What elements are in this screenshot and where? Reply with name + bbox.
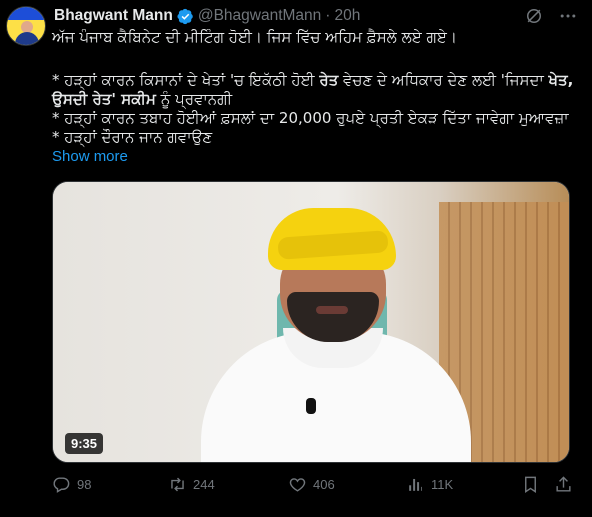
reply-icon	[53, 476, 70, 493]
retweet-icon	[171, 477, 184, 491]
tweet-bullet-3: * ਹੜ੍ਹਾਂ ਦੌਰਾਨ ਜਾਨ ਗਵਾਉਣ	[52, 128, 213, 146]
reply-count: 98	[77, 476, 92, 492]
like-count: 406	[313, 476, 335, 492]
video-mouth	[316, 306, 348, 314]
grok-icon[interactable]	[524, 6, 544, 26]
share-button[interactable]	[554, 475, 573, 494]
share-icon	[556, 475, 571, 492]
tweet[interactable]: Bhagwant Mann @BhagwantMann · 20h ਅੱਜ ਪੰ…	[0, 0, 592, 517]
author-name[interactable]: Bhagwant Mann	[54, 7, 173, 25]
bookmark-icon	[525, 476, 536, 493]
tweet-line: ਅੱਜ ਪੰਜਾਬ ਕੈਬਿਨੇਟ ਦੀ ਮੀਟਿੰਗ ਹੋਈ। ਜਿਸ ਵਿੱ…	[52, 28, 457, 46]
retweet-button[interactable]: 244	[168, 475, 215, 494]
tweet-text: ਅੱਜ ਪੰਜਾਬ ਕੈਬਿਨੇਟ ਦੀ ਮੀਟਿੰਗ ਹੋਈ। ਜਿਸ ਵਿੱ…	[52, 28, 582, 147]
avatar[interactable]	[6, 6, 46, 46]
reply-button[interactable]: 98	[52, 475, 91, 494]
tweet-header: Bhagwant Mann @BhagwantMann · 20h	[54, 6, 360, 26]
video-player[interactable]: 9:35	[52, 181, 570, 463]
retweet-count: 244	[193, 476, 215, 492]
separator-dot: ·	[325, 7, 331, 24]
tweet-bullet-1: * ਹੜ੍ਹਾਂ ਕਾਰਨ ਕਿਸਾਨਾਂ ਦੇ ਖੇਤਾਂ 'ਚ ਇਕੱਠੀ …	[52, 71, 574, 108]
tweet-time[interactable]: 20h	[334, 7, 360, 25]
top-icons	[524, 6, 578, 26]
verified-badge-icon[interactable]	[177, 8, 194, 25]
bookmark-button[interactable]	[521, 475, 540, 494]
like-button[interactable]: 406	[288, 475, 335, 494]
show-more-link[interactable]: Show more	[52, 148, 128, 165]
views-icon	[409, 478, 422, 491]
views-button[interactable]: 11K	[406, 475, 453, 494]
more-options-icon[interactable]	[558, 6, 578, 26]
video-duration: 9:35	[65, 433, 104, 454]
heart-icon	[289, 477, 306, 492]
author-handle[interactable]: @BhagwantMann	[198, 7, 321, 25]
tweet-bullet-2: * ਹੜ੍ਹਾਂ ਕਾਰਨ ਤਬਾਹ ਹੋਈਆਂ ਫ਼ਸਲਾਂ ਦਾ 20,00…	[52, 109, 569, 127]
microphone-icon	[306, 398, 316, 414]
views-count: 11K	[431, 476, 454, 492]
